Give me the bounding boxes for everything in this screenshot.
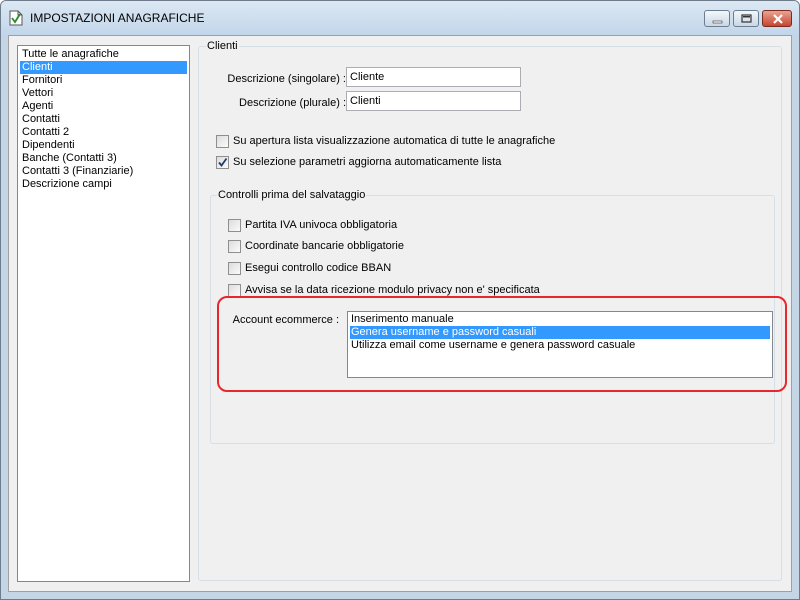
piva-label: Partita IVA univoca obbligatoria bbox=[245, 219, 398, 231]
sidebar-item[interactable]: Descrizione campi bbox=[20, 178, 187, 191]
auto-refresh-label: Su selezione parametri aggiorna automati… bbox=[233, 156, 502, 168]
minimize-button[interactable] bbox=[704, 10, 730, 27]
title-bar[interactable]: IMPOSTAZIONI ANAGRAFICHE bbox=[1, 1, 799, 35]
ecommerce-option[interactable]: Inserimento manuale bbox=[350, 313, 770, 326]
app-document-icon bbox=[9, 10, 23, 26]
auto-open-label: Su apertura lista visualizzazione automa… bbox=[233, 135, 556, 147]
sidebar-item[interactable]: Contatti 2 bbox=[20, 126, 187, 139]
close-icon bbox=[773, 14, 783, 24]
settings-panel: Clienti Descrizione (singolare) : Client… bbox=[198, 36, 789, 582]
sidebar-item[interactable]: Clienti bbox=[20, 61, 187, 74]
piva-checkbox[interactable] bbox=[228, 219, 241, 232]
sidebar-item[interactable]: Agenti bbox=[20, 100, 187, 113]
sidebar-item[interactable]: Fornitori bbox=[20, 74, 187, 87]
bank-checkbox[interactable] bbox=[228, 240, 241, 253]
desc-plurale-field[interactable]: Clienti bbox=[346, 91, 521, 111]
app-window: IMPOSTAZIONI ANAGRAFICHE Tutte le anagra… bbox=[0, 0, 800, 600]
close-button[interactable] bbox=[762, 10, 792, 27]
ecommerce-label: Account ecommerce : bbox=[232, 314, 339, 326]
sidebar-item[interactable]: Contatti 3 (Finanziarie) bbox=[20, 165, 187, 178]
sidebar-item[interactable]: Contatti bbox=[20, 113, 187, 126]
desc-singolare-field[interactable]: Cliente bbox=[346, 67, 521, 87]
maximize-button[interactable] bbox=[733, 10, 759, 27]
sidebar-item[interactable]: Dipendenti bbox=[20, 139, 187, 152]
client-area: Tutte le anagrafiche Clienti Fornitori Vett… bbox=[8, 35, 792, 592]
desc-singolare-label: Descrizione (singolare) : bbox=[227, 73, 346, 85]
bban-checkbox[interactable] bbox=[228, 262, 241, 275]
minimize-icon bbox=[712, 20, 723, 24]
bank-label: Coordinate bancarie obbligatorie bbox=[245, 240, 404, 252]
ecommerce-option[interactable]: Genera username e password casuali bbox=[350, 326, 770, 339]
auto-refresh-checkbox[interactable] bbox=[216, 156, 229, 169]
desc-plurale-label: Descrizione (plurale) : bbox=[239, 97, 346, 109]
controlli-group-title: Controlli prima del salvataggio bbox=[217, 189, 367, 201]
ecommerce-option[interactable]: Utilizza email come username e genera pa… bbox=[350, 339, 770, 352]
sidebar-item[interactable]: Vettori bbox=[20, 87, 187, 100]
privacy-label: Avvisa se la data ricezione modulo priva… bbox=[245, 284, 540, 296]
auto-open-checkbox[interactable] bbox=[216, 135, 229, 148]
checkmark-icon bbox=[218, 157, 228, 167]
sidebar-item[interactable]: Tutte le anagrafiche bbox=[20, 48, 187, 61]
ecommerce-listbox[interactable]: Inserimento manuale Genera username e pas… bbox=[347, 311, 773, 378]
bban-label: Esegui controllo codice BBAN bbox=[245, 262, 392, 274]
sidebar-list[interactable]: Tutte le anagrafiche Clienti Fornitori Vett… bbox=[17, 45, 190, 582]
privacy-checkbox[interactable] bbox=[228, 284, 241, 297]
sidebar-item[interactable]: Banche (Contatti 3) bbox=[20, 152, 187, 165]
maximize-icon bbox=[741, 14, 752, 23]
clienti-group-title: Clienti bbox=[206, 40, 239, 52]
window-title: IMPOSTAZIONI ANAGRAFICHE bbox=[30, 11, 205, 25]
